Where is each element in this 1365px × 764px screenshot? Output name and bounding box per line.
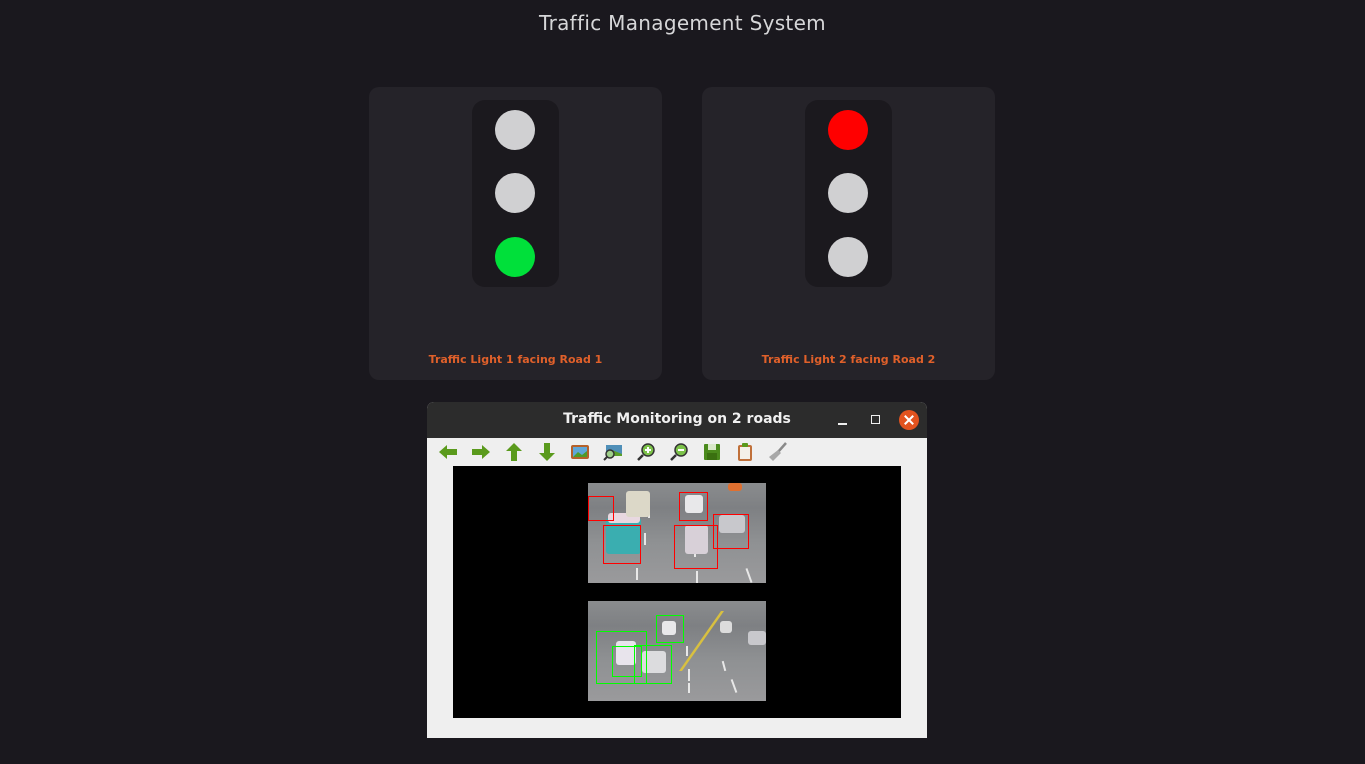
save-button[interactable] xyxy=(701,442,723,462)
traffic-light-housing xyxy=(805,100,892,287)
pan-up-button[interactable] xyxy=(503,442,525,462)
zoom-fit-icon xyxy=(603,445,622,461)
detection-box xyxy=(674,525,718,569)
image-icon xyxy=(571,445,589,459)
monitoring-window: Traffic Monitoring on 2 roads xyxy=(427,402,927,738)
clipboard-icon xyxy=(738,443,752,461)
image-canvas[interactable] xyxy=(453,466,901,718)
lamp-top xyxy=(495,110,535,150)
detection-box xyxy=(634,645,672,684)
lamp-middle xyxy=(828,173,868,213)
detection-box xyxy=(679,492,708,521)
lamp-bottom xyxy=(495,237,535,277)
road-2-feed xyxy=(588,601,766,701)
pan-right-icon xyxy=(472,445,490,459)
zoom-in-icon xyxy=(637,443,655,461)
pan-left-button[interactable] xyxy=(437,442,459,462)
clear-button[interactable] xyxy=(767,442,789,462)
detection-box xyxy=(713,514,749,549)
detection-box xyxy=(603,525,641,564)
traffic-light-housing xyxy=(472,100,559,287)
pan-left-icon xyxy=(439,445,457,459)
pan-down-icon xyxy=(539,443,555,461)
detection-box xyxy=(588,496,614,521)
clipboard-button[interactable] xyxy=(734,442,756,462)
zoom-in-button[interactable] xyxy=(635,442,657,462)
window-title: Traffic Monitoring on 2 roads xyxy=(563,411,791,427)
detection-box xyxy=(656,615,684,643)
road-1-feed xyxy=(588,483,766,583)
pan-down-button[interactable] xyxy=(536,442,558,462)
save-icon xyxy=(704,444,720,460)
traffic-light-label: Traffic Light 1 facing Road 1 xyxy=(428,353,603,366)
traffic-light-label: Traffic Light 2 facing Road 2 xyxy=(761,353,936,366)
image-button[interactable] xyxy=(569,442,591,462)
clear-icon xyxy=(769,442,787,461)
pan-right-button[interactable] xyxy=(470,442,492,462)
zoom-fit-button[interactable] xyxy=(602,442,624,462)
minimize-button[interactable] xyxy=(832,410,852,430)
lamp-bottom xyxy=(828,237,868,277)
window-titlebar[interactable]: Traffic Monitoring on 2 roads xyxy=(427,402,927,438)
zoom-out-button[interactable] xyxy=(668,442,690,462)
lamp-top xyxy=(828,110,868,150)
page-title: Traffic Management System xyxy=(539,11,826,35)
zoom-out-icon xyxy=(670,443,688,461)
traffic-light-card-2: Traffic Light 2 facing Road 2 xyxy=(702,87,995,380)
maximize-button[interactable] xyxy=(865,410,885,430)
traffic-light-card-1: Traffic Light 1 facing Road 1 xyxy=(369,87,662,380)
lamp-middle xyxy=(495,173,535,213)
close-button[interactable] xyxy=(899,410,919,430)
pan-up-icon xyxy=(506,443,522,461)
